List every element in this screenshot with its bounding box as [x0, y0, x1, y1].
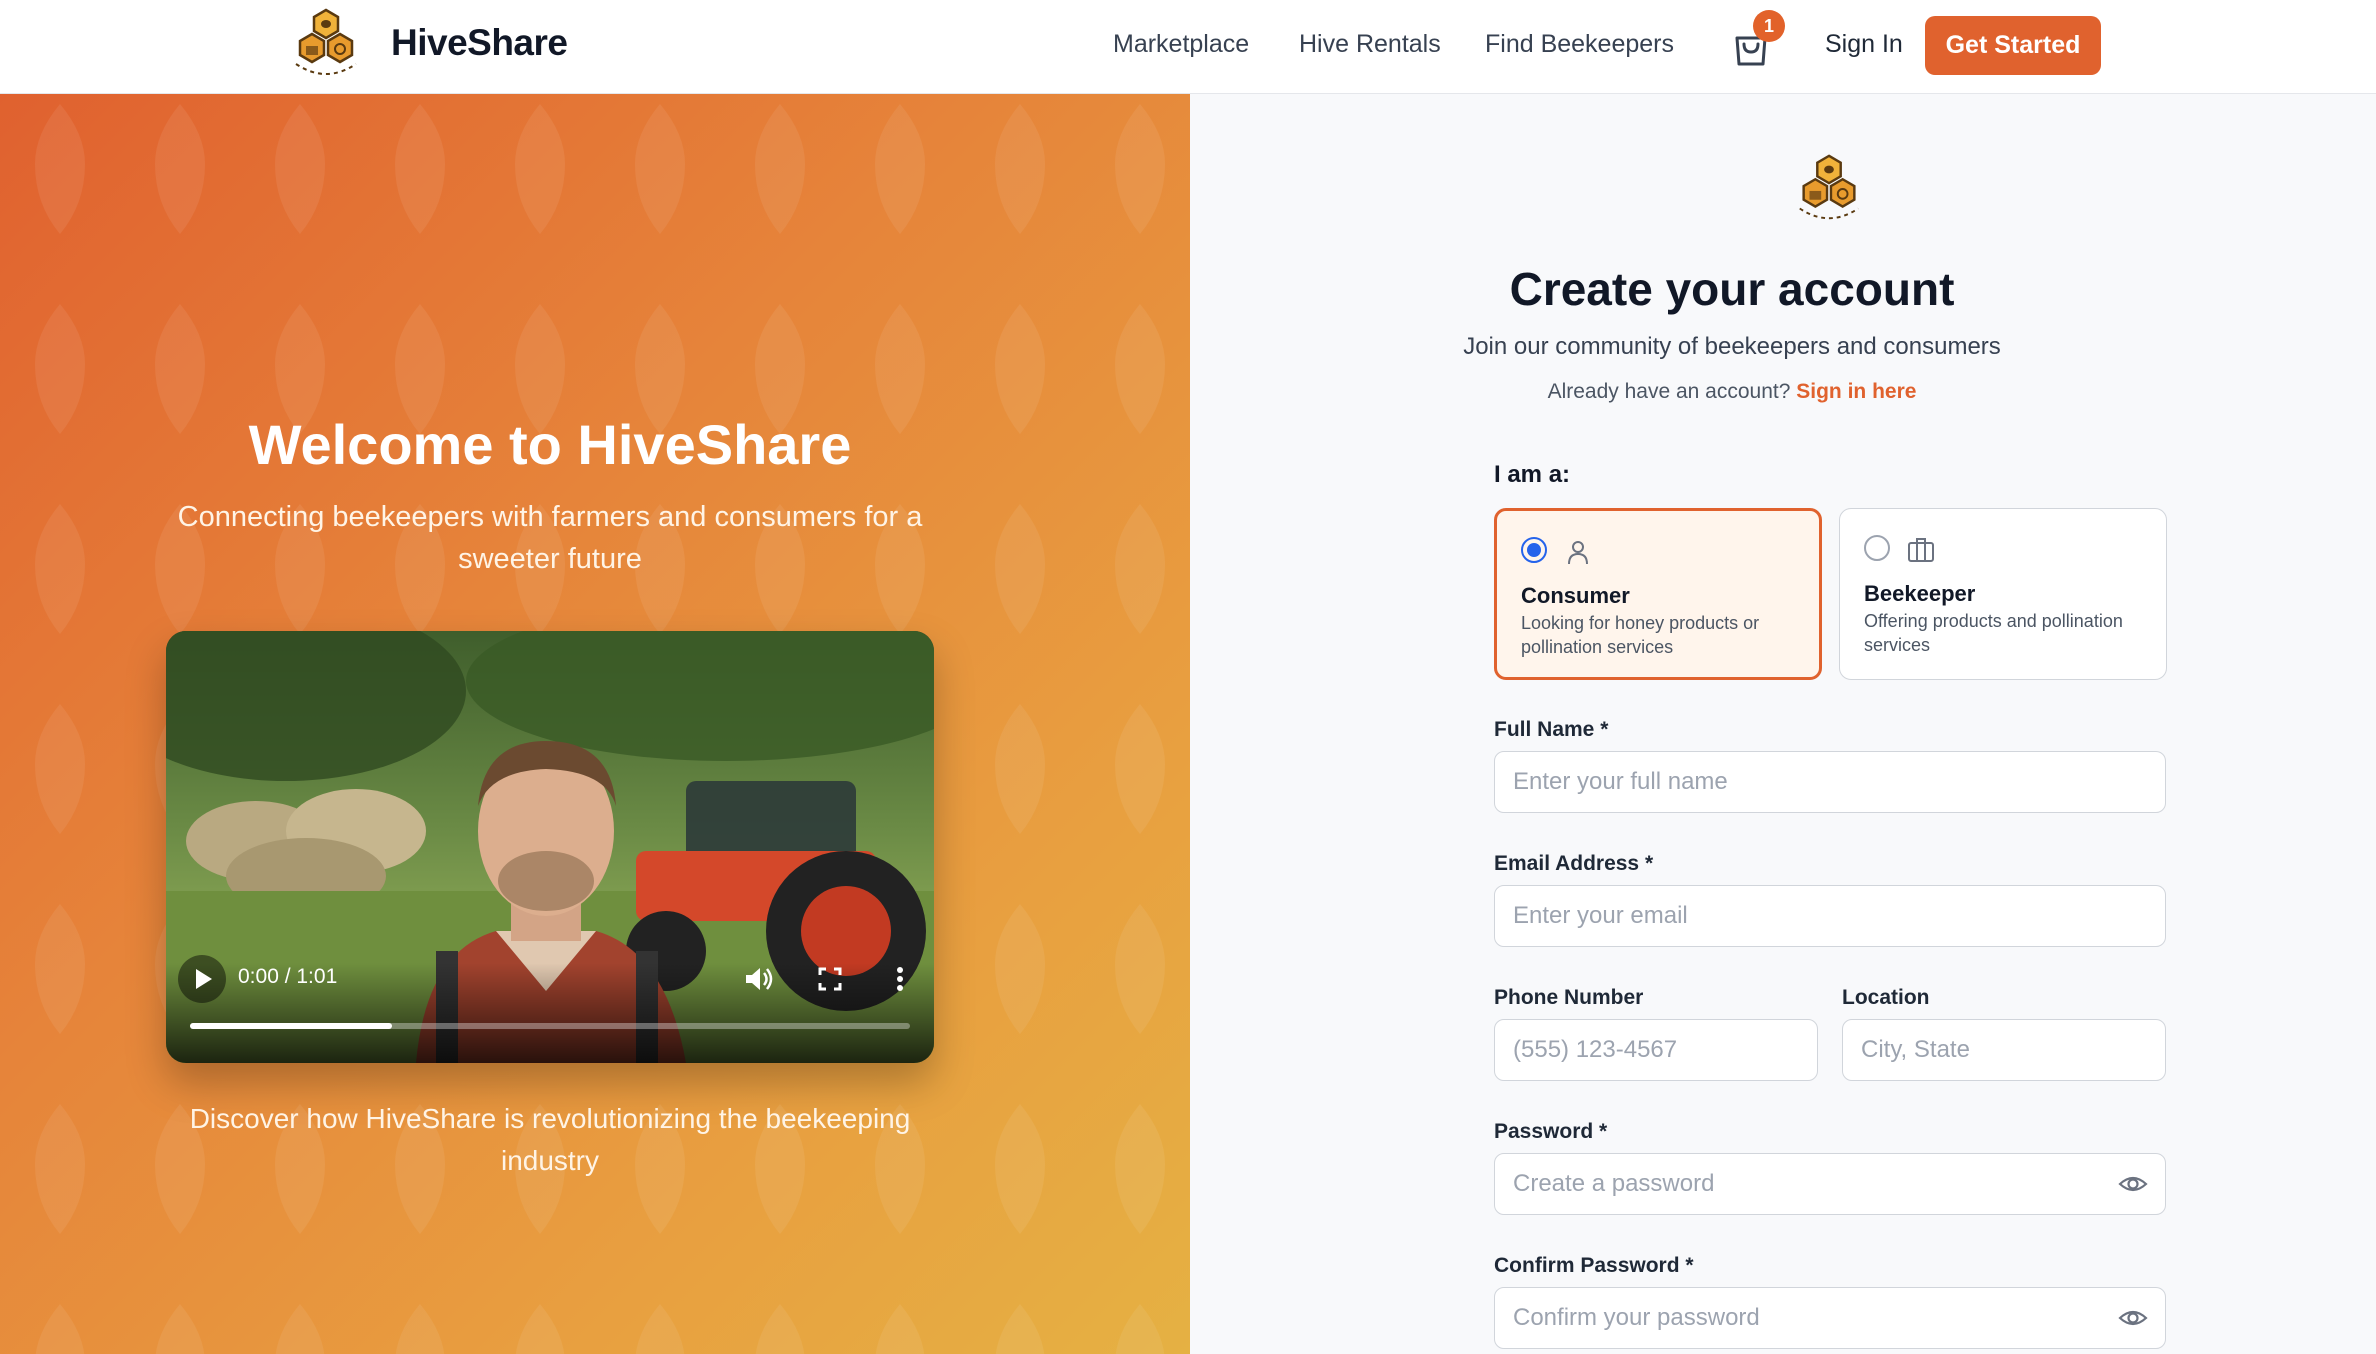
consumer-radio[interactable] [1521, 537, 1547, 563]
signin-prompt: Already have an account? Sign in here [1092, 380, 2372, 404]
sign-in-here-link[interactable]: Sign in here [1796, 380, 1916, 403]
show-password-eye-icon[interactable] [2117, 1168, 2149, 1200]
nav-marketplace[interactable]: Marketplace [1113, 30, 1249, 59]
phone-label: Phone Number [1494, 986, 1644, 1009]
intro-video-player[interactable]: 0:00 / 1:01 [166, 631, 934, 1063]
fullscreen-icon[interactable] [810, 959, 850, 999]
user-icon [1568, 541, 1588, 565]
role-description: Looking for honey products or pollinatio… [1521, 613, 1760, 657]
signin-prompt-text: Already have an account? [1547, 380, 1791, 403]
form-subtitle: Join our community of beekeepers and con… [1463, 333, 2001, 360]
hive-logo-icon [1799, 154, 1859, 220]
role-name: Beekeeper [1864, 581, 1976, 606]
role-option-consumer[interactable]: Consumer Looking for honey products or p… [1494, 508, 1822, 680]
phone-input[interactable] [1494, 1019, 1818, 1081]
password-label: Password * [1494, 1120, 1608, 1143]
hero-title: Welcome to HiveShare [248, 413, 852, 476]
brand-name[interactable]: HiveShare [391, 22, 568, 64]
email-input[interactable] [1494, 885, 2166, 947]
hero-caption: Discover how HiveShare is revolutionizin… [189, 1103, 911, 1176]
briefcase-icon [1908, 538, 1934, 562]
show-confirm-password-eye-icon[interactable] [2117, 1302, 2149, 1334]
email-label: Email Address * [1494, 852, 1654, 875]
location-input[interactable] [1842, 1019, 2166, 1081]
volume-icon[interactable] [738, 959, 778, 999]
form-title: Create your account [1509, 263, 1955, 315]
password-input[interactable] [1494, 1153, 2166, 1215]
confirm-password-label: Confirm Password * [1494, 1254, 1694, 1277]
sign-in-link[interactable]: Sign In [1825, 30, 1903, 59]
role-name: Consumer [1521, 583, 1630, 608]
hero-subtitle: Connecting beekeepers with farmers and c… [177, 501, 923, 575]
top-navbar: HiveShare Marketplace Hive Rentals Find … [0, 0, 2376, 94]
role-label: I am a: [1494, 461, 1571, 488]
get-started-button[interactable]: Get Started [1925, 16, 2101, 75]
video-time: 0:00 / 1:01 [238, 965, 338, 988]
cart-count-badge: 1 [1753, 10, 1785, 42]
video-progress-bar[interactable] [190, 1023, 910, 1029]
role-description: Offering products and pollination servic… [1864, 611, 2123, 655]
video-progress-fill [190, 1023, 392, 1029]
confirm-password-input[interactable] [1494, 1287, 2166, 1349]
hive-logo-icon[interactable] [286, 4, 366, 84]
hero-panel: Welcome to HiveShare Connecting beekeepe… [0, 94, 1190, 1354]
more-options-icon[interactable] [880, 959, 920, 999]
nav-hive-rentals[interactable]: Hive Rentals [1299, 30, 1441, 59]
play-icon[interactable] [178, 955, 226, 1003]
location-label: Location [1842, 986, 1930, 1009]
nav-find-beekeepers[interactable]: Find Beekeepers [1485, 30, 1674, 59]
role-option-beekeeper[interactable]: Beekeeper Offering products and pollinat… [1839, 508, 2167, 680]
full-name-input[interactable] [1494, 751, 2166, 813]
full-name-label: Full Name * [1494, 718, 1609, 741]
beekeeper-radio[interactable] [1864, 535, 1890, 561]
